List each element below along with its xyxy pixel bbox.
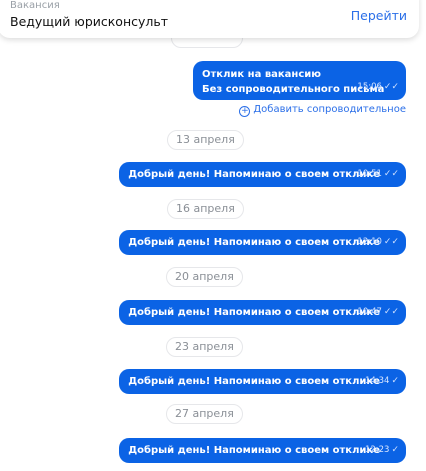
message-text: Добрый день! Напоминаю о своем отклике	[128, 376, 380, 387]
message-text: Добрый день! Напоминаю о своем отклике	[128, 169, 380, 180]
double-check-icon: ✓✓	[383, 169, 399, 179]
vacancy-header: Вакансия Ведущий юрисконсульт Перейти	[0, 0, 419, 38]
message-meta: 12:10 ✓✓	[357, 230, 399, 255]
message-meta: 10:51 ✓✓	[357, 162, 399, 187]
date-pill: 23 апреля	[166, 337, 243, 357]
double-check-icon: ✓✓	[383, 237, 399, 247]
message-meta: 15:06 ✓✓	[357, 79, 399, 95]
message-meta: 10:47 ✓✓	[357, 300, 399, 325]
message-bubble: Добрый день! Напоминаю о своем отклике 1…	[119, 300, 406, 325]
message-text: Добрый день! Напоминаю о своем отклике	[128, 445, 380, 456]
message-bubble: Добрый день! Напоминаю о своем отклике 1…	[119, 230, 406, 255]
double-check-icon: ✓✓	[383, 82, 399, 92]
check-icon: ✓	[391, 376, 399, 386]
message-list: Отклик на вакансию Без сопроводительного…	[0, 0, 426, 471]
date-pill: 20 апреля	[166, 267, 243, 287]
message-bubble-application: Отклик на вакансию Без сопроводительного…	[193, 61, 406, 100]
message-bubble: Добрый день! Напоминаю о своем отклике 1…	[119, 438, 406, 463]
vacancy-label: Вакансия	[10, 0, 60, 11]
message-meta: 14:34 ✓	[365, 369, 399, 394]
vacancy-title: Ведущий юрисконсульт	[10, 14, 169, 29]
chat-window: Вакансия Ведущий юрисконсульт Перейти От…	[0, 0, 426, 471]
message-time: 10:47	[357, 307, 382, 317]
message-time: 15:06	[357, 82, 382, 92]
message-time: 12:23	[364, 445, 390, 455]
message-time: 12:10	[357, 237, 382, 247]
message-bubble: Добрый день! Напоминаю о своем отклике 1…	[119, 162, 406, 187]
message-meta: 12:23 ✓	[365, 438, 399, 463]
go-to-vacancy-link[interactable]: Перейти	[351, 8, 407, 23]
date-pill: 27 апреля	[166, 404, 243, 424]
double-check-icon: ✓✓	[383, 307, 399, 317]
date-pill: 13 апреля	[167, 130, 244, 150]
add-cover-letter-label: Добавить сопроводительное	[253, 104, 406, 115]
message-text: Добрый день! Напоминаю о своем отклике	[128, 237, 380, 248]
check-icon: ✓	[391, 445, 399, 455]
plus-circle-icon: +	[239, 106, 251, 117]
add-cover-letter-link[interactable]: + Добавить сопроводительное	[239, 104, 406, 117]
message-title: Отклик на вакансию	[202, 69, 321, 80]
message-time: 14:34	[364, 376, 390, 386]
message-bubble: Добрый день! Напоминаю о своем отклике 1…	[119, 369, 406, 394]
date-pill: 16 апреля	[167, 199, 244, 219]
message-text: Добрый день! Напоминаю о своем отклике	[128, 307, 380, 318]
message-time: 10:51	[357, 169, 382, 179]
